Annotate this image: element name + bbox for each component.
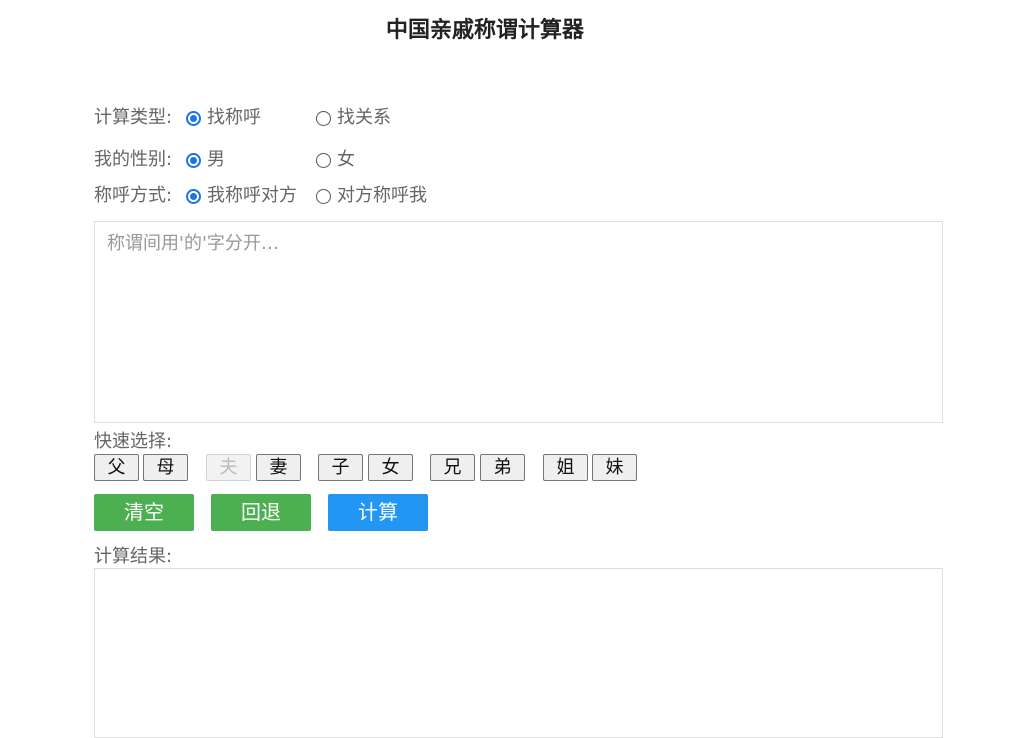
radio-find-relation[interactable]: 找关系	[316, 106, 391, 130]
calc-type-row: 计算类型: 找称呼 找关系	[94, 106, 494, 130]
radio-i-call-them-circle[interactable]	[186, 188, 201, 204]
address-mode-label: 称呼方式:	[94, 185, 173, 206]
radio-female-circle[interactable]	[316, 152, 331, 168]
radio-male[interactable]: 男	[186, 148, 225, 172]
radio-female[interactable]: 女	[316, 148, 355, 172]
quick-button-wife[interactable]: 妻	[256, 454, 301, 481]
quick-button-mother[interactable]: 母	[143, 454, 188, 481]
quick-button-younger-sister[interactable]: 妹	[592, 454, 637, 481]
radio-find-relation-label: 找关系	[337, 107, 391, 128]
radio-they-call-me-label: 对方称呼我	[337, 185, 427, 206]
radio-female-label: 女	[337, 149, 355, 170]
radio-find-relation-circle[interactable]	[316, 110, 331, 126]
calc-type-label: 计算类型:	[94, 107, 173, 128]
radio-find-title-label: 找称呼	[207, 107, 261, 128]
gender-label: 我的性别:	[94, 149, 173, 170]
radio-male-label: 男	[207, 149, 225, 170]
quick-button-elder-sister[interactable]: 姐	[543, 454, 588, 481]
radio-find-title-circle[interactable]	[186, 110, 201, 126]
radio-i-call-them-label: 我称呼对方	[207, 185, 297, 206]
page-title: 中国亲戚称谓计算器	[385, 18, 584, 43]
address-mode-row: 称呼方式: 我称呼对方 对方称呼我	[94, 184, 494, 208]
radio-they-call-me-circle[interactable]	[316, 188, 331, 204]
quick-button-elder-brother[interactable]: 兄	[430, 454, 475, 481]
quick-button-husband: 夫	[206, 454, 251, 481]
quick-button-younger-brother[interactable]: 弟	[480, 454, 525, 481]
radio-they-call-me[interactable]: 对方称呼我	[316, 184, 427, 208]
calculate-button[interactable]: 计算	[328, 494, 428, 531]
radio-male-circle[interactable]	[186, 152, 201, 168]
back-button[interactable]: 回退	[211, 494, 311, 531]
clear-button[interactable]: 清空	[94, 494, 194, 531]
gender-row: 我的性别: 男 女	[94, 148, 494, 172]
quick-button-father[interactable]: 父	[94, 454, 139, 481]
result-label: 计算结果:	[94, 546, 173, 567]
radio-i-call-them[interactable]: 我称呼对方	[186, 184, 297, 208]
result-output[interactable]	[94, 568, 943, 738]
quick-button-son[interactable]: 子	[318, 454, 363, 481]
relation-input[interactable]	[94, 221, 943, 423]
quick-button-daughter[interactable]: 女	[368, 454, 413, 481]
quick-select-label: 快速选择:	[94, 431, 173, 452]
radio-find-title[interactable]: 找称呼	[186, 106, 261, 130]
